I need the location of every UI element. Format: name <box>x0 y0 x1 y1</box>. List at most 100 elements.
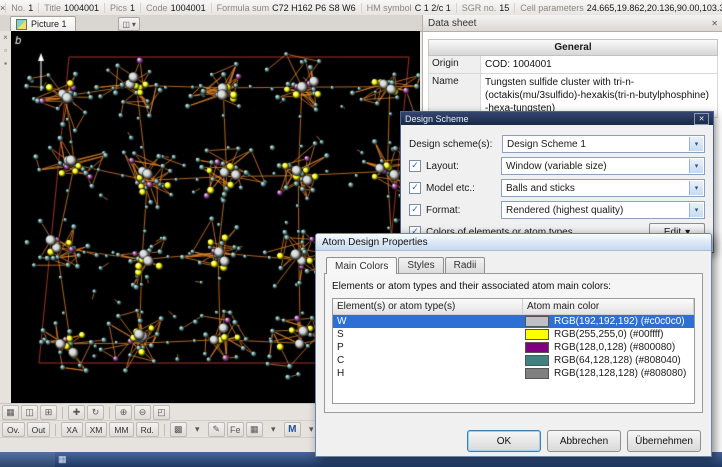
atom-colors-table[interactable]: Element(s) or atom type(s) Atom main col… <box>332 298 695 404</box>
application-window: × No. 1 Title 1004001 Pics 1 Code 1004001 Fo… <box>0 0 722 467</box>
rd-button[interactable]: Rd. <box>135 422 159 437</box>
chevron-down-icon[interactable]: ▾ <box>189 422 206 437</box>
element-cell: S <box>337 329 344 340</box>
chevron-down-icon[interactable]: ▾ <box>689 181 703 195</box>
close-icon[interactable]: × <box>3 33 8 42</box>
table-row-h[interactable]: H RGB(128,128,128) (#808080) <box>333 367 694 380</box>
table-row-c[interactable]: C RGB(64,128,128) (#808040) <box>333 354 694 367</box>
color-swatch <box>525 368 549 379</box>
scheme-label: Design scheme(s): <box>409 138 493 150</box>
field-value: 1 <box>28 2 34 13</box>
close-icon[interactable]: ✕ <box>694 112 709 125</box>
tab-radii[interactable]: Radii <box>444 257 486 273</box>
model-label: Model etc.: <box>426 182 475 194</box>
table-view-icon[interactable]: ▦ <box>245 422 263 437</box>
measurement-button[interactable]: M <box>283 422 301 437</box>
field-label: SGR no. <box>461 2 497 13</box>
atom-dialog-tabs: Main Colors Styles Radii <box>326 257 703 274</box>
rotate-tool-icon[interactable]: ↻ <box>87 405 104 420</box>
chevron-down-icon[interactable]: ▾ <box>689 159 703 173</box>
new-view-icon[interactable]: ⊞ <box>40 405 57 420</box>
field-label: No. <box>11 2 26 13</box>
zoom-in-icon[interactable]: ⊕ <box>115 405 132 420</box>
model-checkbox[interactable]: ✓ <box>409 182 421 194</box>
field-formula-sum: Formula sum C72 H162 P6 S8 W6 <box>210 2 361 13</box>
field-hm-symbol: HM symbol C 1 2/c 1 <box>360 2 456 13</box>
color-label: RGB(128,128,128) (#808080) <box>554 368 687 379</box>
data-sheet-header: Data sheet ✕ <box>423 15 722 32</box>
pan-tool-icon[interactable]: ✚ <box>68 405 85 420</box>
field-no: No. 1 <box>5 2 38 13</box>
design-scheme-title: Design Scheme <box>405 113 469 124</box>
field-label: Formula sum <box>216 2 270 13</box>
layout-combobox-value: Window (variable size) <box>506 160 607 172</box>
atom-dialog-titlebar[interactable]: Atom Design Properties <box>316 234 711 251</box>
split-window-icon[interactable]: ◫ <box>21 405 38 420</box>
xm-button[interactable]: XM <box>84 422 108 437</box>
scheme-combobox-value: Design Scheme 1 <box>507 138 586 150</box>
apply-button[interactable]: Übernehmen <box>627 430 701 452</box>
color-label: RGB(64,128,128) (#808040) <box>554 355 681 366</box>
field-value: 24.665,19.862,20.136,90.00,103.32,90.00 <box>586 2 722 13</box>
element-cell: P <box>337 342 344 353</box>
picture-tab[interactable]: Picture 1 <box>10 16 76 31</box>
color-table-icon[interactable]: ▩ <box>169 422 187 437</box>
row-label: Origin <box>429 56 481 73</box>
chevron-down-icon[interactable]: ▾ <box>689 203 703 217</box>
color-label: RGB(128,0,128) (#800080) <box>554 342 676 353</box>
model-row: ✓ Model etc.: Balls and sticks ▾ <box>409 177 705 199</box>
ok-button[interactable]: OK <box>467 430 541 452</box>
window-icon: ◫ <box>122 19 130 29</box>
data-sheet-title: Data sheet <box>428 17 477 29</box>
field-value: 1004001 <box>170 2 206 13</box>
format-label: Format: <box>426 204 461 216</box>
format-combobox[interactable]: Rendered (highest quality) ▾ <box>501 201 705 219</box>
zoom-out-icon[interactable]: ⊖ <box>134 405 151 420</box>
scheme-select-row: Design scheme(s): Design Scheme 1 ▾ <box>409 133 705 155</box>
picture-tab-strip: Picture 1 ◫ ▾ <box>0 15 422 32</box>
status-segment <box>0 452 55 467</box>
layout-checkbox[interactable]: ✓ <box>409 160 421 172</box>
data-sheet-body: General Origin COD: 1004001 Name Tungste… <box>423 32 722 118</box>
design-scheme-titlebar[interactable]: Design Scheme ✕ <box>401 112 713 125</box>
chevron-down-icon: ▾ <box>131 19 136 29</box>
model-combobox[interactable]: Balls and sticks ▾ <box>501 179 705 197</box>
column-header-element[interactable]: Element(s) or atom type(s) <box>333 299 523 315</box>
color-swatch <box>525 342 549 353</box>
ov-button[interactable]: Ov. <box>2 422 25 437</box>
main-colors-tabpage: Elements or atom types and their associa… <box>324 273 703 413</box>
xa-button[interactable]: XA <box>61 422 83 437</box>
overview-grid-icon[interactable]: ▦ <box>2 405 19 420</box>
model-combobox-value: Balls and sticks <box>506 182 575 194</box>
column-header-color[interactable]: Atom main color <box>523 299 694 315</box>
pen-style-icon[interactable]: ✎ <box>207 422 225 437</box>
fit-view-icon[interactable]: ◰ <box>153 405 170 420</box>
field-label: HM symbol <box>366 2 412 13</box>
field-value: 1 <box>130 2 136 13</box>
mm-button[interactable]: MM <box>109 422 134 437</box>
format-checkbox[interactable]: ✓ <box>409 204 421 216</box>
row-value: COD: 1004001 <box>485 59 552 70</box>
out-button[interactable]: Out <box>26 422 51 437</box>
field-pics: Pics 1 <box>104 2 140 13</box>
element-cell: H <box>337 368 345 379</box>
tab-styles[interactable]: Styles <box>398 257 444 273</box>
chevron-down-icon[interactable]: ▾ <box>265 422 282 437</box>
tab-main-colors[interactable]: Main Colors <box>326 257 398 274</box>
table-row-s[interactable]: S RGB(255,255,0) (#00ffff) <box>333 328 694 341</box>
table-row-p[interactable]: P RGB(128,0,128) (#800080) <box>333 341 694 354</box>
field-label: Title <box>44 2 61 13</box>
scheme-combobox[interactable]: Design Scheme 1 ▾ <box>502 135 705 153</box>
window-mode-button[interactable]: ◫ ▾ <box>118 17 140 31</box>
close-icon[interactable]: ✕ <box>711 19 718 28</box>
color-swatch <box>525 316 549 327</box>
field-label: Cell parameters <box>520 2 584 13</box>
cancel-button[interactable]: Abbrechen <box>547 430 621 452</box>
table-row-w[interactable]: W RGB(192,192,192) (#c0c0c0) <box>333 315 694 328</box>
element-symbol-button[interactable]: Fe <box>226 422 244 437</box>
layout-combobox[interactable]: Window (variable size) ▾ <box>501 157 705 175</box>
field-label: Pics <box>110 2 128 13</box>
chevron-down-icon[interactable]: ▾ <box>689 137 703 151</box>
color-label: RGB(255,255,0) (#00ffff) <box>554 329 664 340</box>
atom-colors-description: Elements or atom types and their associa… <box>332 281 612 292</box>
